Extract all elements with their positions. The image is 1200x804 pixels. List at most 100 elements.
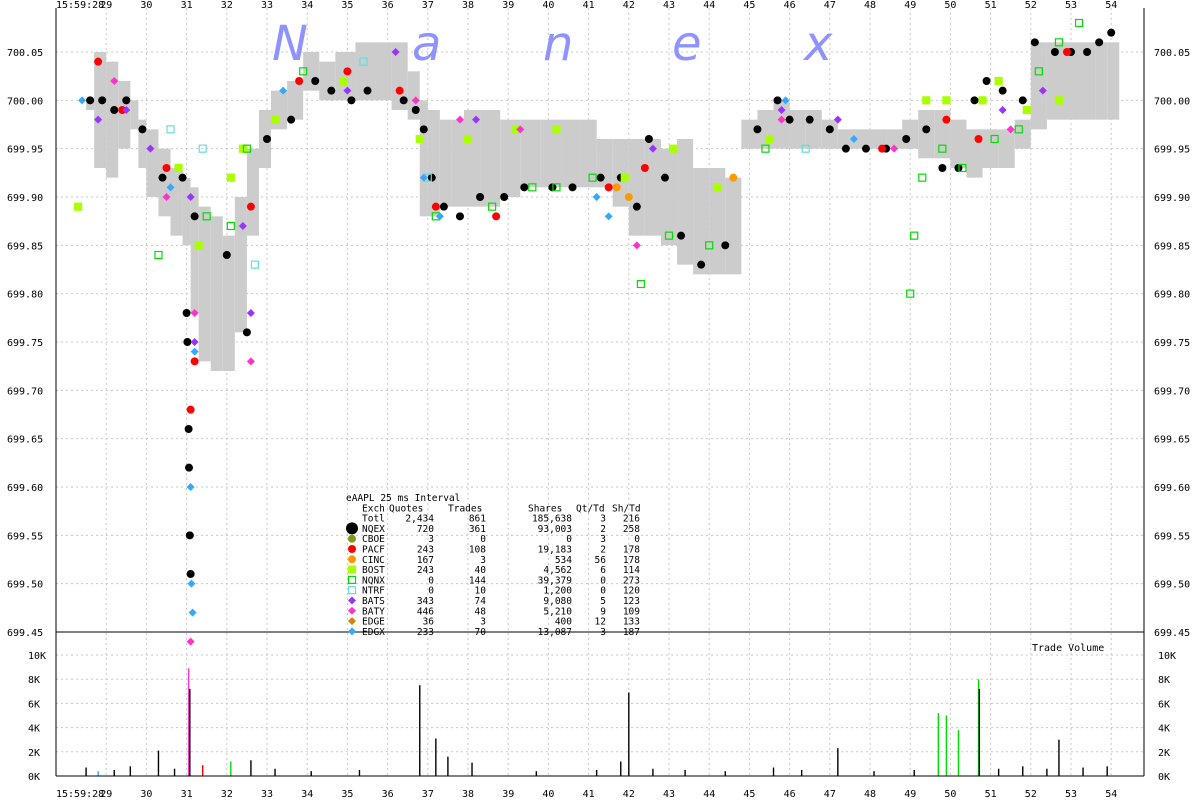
volume-tick-right: 6K [1158,699,1170,710]
x-tick-label-top: 33 [261,0,273,11]
x-tick-label-top: 47 [824,0,836,11]
nqex-point [982,77,991,85]
chart-svg: Nanex 15:59:2815:59:28292930303131323233… [0,0,1200,800]
bost-point [1054,96,1064,105]
x-tick-label-bottom: 47 [824,789,836,800]
nqex-point [222,251,231,259]
nqex-point [158,173,167,182]
nqex-point [185,531,194,540]
legend-cell: 13,087 [538,627,572,638]
nqex-point [399,96,408,105]
nbbo-segment [146,129,159,197]
nbbo-segment [660,148,678,246]
nbbo-segment [644,139,661,236]
cinc-point [624,193,633,201]
price-tick-right: 699.65 [1154,435,1190,446]
price-tick-right: 699.55 [1154,531,1190,542]
x-tick-label-bottom: 51 [985,789,997,800]
price-tick-left: 700.05 [7,48,43,59]
x-tick-label-bottom: 48 [864,789,876,800]
nbbo-segment [198,206,211,362]
nqex-point [186,570,195,578]
x-tick-label-bottom: 33 [261,789,273,800]
price-tick-left: 699.70 [7,386,43,397]
cboe-point [348,534,356,543]
nqex-point [841,144,850,153]
watermark-letter: N [272,16,308,72]
bost-point [415,134,424,144]
nbbo-segment [246,148,259,236]
nbbo-segment [693,168,710,275]
nqex-point [1107,28,1116,37]
x-tick-label-bottom: 30 [140,789,152,800]
bost-point [194,241,203,250]
x-tick-label-top: 30 [140,0,152,11]
bost-point [765,134,774,144]
x-tick-label-top: 54 [1105,0,1117,11]
nqex-point [596,173,605,182]
nqex-point [773,96,782,105]
nqex-point [311,77,320,85]
price-tick-left: 699.50 [7,580,43,591]
nbbo-segment [1014,119,1031,149]
x-tick-label-top: 31 [181,0,193,11]
x-tick-label-top: 50 [944,0,956,11]
bost-point [463,134,473,144]
price-tick-right: 699.85 [1154,241,1190,252]
price-tick-left: 699.80 [7,290,43,301]
x-tick-label-top: 34 [301,0,313,11]
volume-tick-right: 4K [1158,724,1170,735]
nqex-point [902,135,911,143]
volume-tick-left: 10K [28,651,46,662]
x-tick-label-bottom: 41 [583,789,595,800]
nqex-point [138,125,147,134]
nbbo-segment [741,119,758,149]
bost-point [668,144,678,153]
nqex-point [785,115,794,124]
volume-tick-right: 8K [1158,675,1170,686]
nanex-chart: Nanex 15:59:28 15:59:28 29 29 30 30 31 31 32 32 33… [0,0,1200,800]
x-tick-label-bottom: 50 [944,789,956,800]
bost-point [270,115,280,124]
cinc-point [348,555,356,564]
pacf-point [431,202,440,211]
watermark-letter: e [672,16,702,72]
x-tick-label-top: 49 [904,0,916,11]
watermark-letter: x [802,16,833,72]
volume-tick-right: 10K [1158,651,1176,662]
x-tick-label-bottom: 39 [502,789,514,800]
volume-tick-left: 0K [28,772,40,783]
nbbo-segment [118,81,131,149]
price-tick-right: 700.05 [1154,48,1190,59]
pacf-point [190,357,199,366]
nqex-point [86,96,95,105]
x-tick-label-bottom: 42 [623,789,635,800]
nbbo-segment [725,177,742,275]
pacf-point [878,144,887,153]
price-tick-right: 700.00 [1154,96,1190,107]
nbbo-segment [998,129,1015,168]
x-tick-label-bottom: 37 [422,789,434,800]
x-tick-label-top: 40 [542,0,554,11]
x-tick-label-bottom: 44 [703,789,715,800]
nbbo-segment [130,100,139,130]
pacf-point [492,212,501,221]
price-tick-right: 699.50 [1154,580,1190,591]
bost-point [922,96,931,105]
volume-tick-right: 0K [1158,772,1170,783]
nqex-point [721,241,730,250]
pacf-point [295,77,304,85]
nqex-point [861,144,870,153]
nqex-point [327,86,336,95]
volume-tick-right: 2K [1158,748,1170,759]
bost-point [226,173,235,182]
bost-point [339,76,348,86]
nbbo-segment [560,119,581,188]
time-label-top: 15:59:28 [56,0,104,11]
nqex-point [98,96,107,105]
bost-point [174,163,183,173]
nqex-point [411,106,420,114]
nbbo-segment [439,119,452,207]
volume-tick-left: 8K [28,675,40,686]
nqex-point [183,338,192,346]
